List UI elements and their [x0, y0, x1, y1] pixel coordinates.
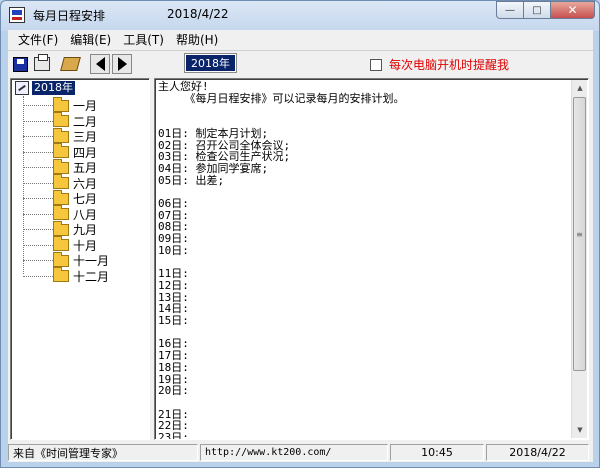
app-icon[interactable]	[9, 7, 25, 23]
tree-item-month[interactable]: 九月	[23, 220, 98, 237]
tree-item-label: 八月	[73, 207, 98, 222]
folder-icon	[53, 267, 69, 282]
book-button[interactable]	[59, 54, 81, 74]
arrow-left-icon	[90, 54, 110, 74]
tree-item-label: 十二月	[73, 269, 110, 284]
scroll-up-icon[interactable]: ▲	[572, 80, 588, 96]
tree-item-month[interactable]: 十一月	[23, 251, 110, 268]
save-icon	[12, 56, 28, 72]
folder-icon	[53, 174, 69, 189]
tree-item-label: 十一月	[73, 254, 110, 268]
title-bar[interactable]: 每月日程安排 2018/4/22 — □ ✕	[1, 1, 599, 29]
arrow-right-icon	[112, 54, 132, 74]
folder-icon	[53, 127, 69, 143]
minimize-button[interactable]: —	[496, 1, 523, 19]
folder-icon	[53, 251, 69, 267]
tree-item-label: 九月	[73, 223, 98, 237]
reminder-checkbox[interactable]	[370, 58, 382, 71]
menu-help[interactable]: 帮助(H)	[170, 31, 224, 48]
tree-branch-line	[23, 229, 53, 230]
folder-icon	[53, 158, 69, 174]
tree-item-label: 十月	[73, 238, 98, 253]
tree-item-month[interactable]: 八月	[23, 205, 98, 222]
tree-branch-line	[23, 213, 53, 215]
tree-item-label: 五月	[73, 161, 98, 175]
scroll-down-icon[interactable]: ▼	[572, 422, 588, 438]
tree-branch-line	[23, 244, 53, 246]
status-date: 2018/4/22	[486, 444, 589, 461]
book-icon	[59, 57, 81, 71]
calendar-icon	[15, 81, 29, 95]
menu-tools[interactable]: 工具(T)	[117, 31, 170, 48]
tree-branch-line	[23, 275, 53, 277]
reminder-label[interactable]: 每次电脑开机时提醒我	[389, 56, 509, 73]
maximize-button[interactable]: □	[523, 1, 550, 19]
scroll-thumb[interactable]: ≡	[573, 97, 586, 371]
tree-branch-line	[23, 105, 53, 106]
tree-item-month[interactable]: 十月	[23, 236, 98, 253]
menu-edit[interactable]: 编辑(E)	[64, 31, 117, 48]
reminder-option[interactable]: 每次电脑开机时提醒我	[370, 56, 509, 73]
schedule-editor[interactable]: 主人您好! 《每月日程安排》可以记录每月的安排计划。 01日: 制定本月计划; …	[154, 78, 589, 440]
tree-branch-line	[23, 151, 53, 153]
tree-branch-line	[23, 260, 53, 261]
client-area: 文件(F) 编辑(E) 工具(T) 帮助(H) 2018年 每次电脑开机时提醒我…	[8, 30, 593, 462]
folder-icon	[53, 143, 69, 158]
title-date: 2018/4/22	[167, 7, 229, 21]
tree-item-month[interactable]: 二月	[23, 112, 98, 129]
menu-bar: 文件(F) 编辑(E) 工具(T) 帮助(H)	[8, 30, 593, 48]
tree-item-month[interactable]: 五月	[23, 158, 98, 175]
tree-root-label: 2018年	[32, 81, 75, 95]
print-button[interactable]	[32, 54, 52, 74]
tree-item-label: 一月	[73, 99, 98, 113]
window-controls: — □ ✕	[496, 1, 595, 19]
close-button[interactable]: ✕	[550, 1, 595, 19]
toolbar: 2018年 每次电脑开机时提醒我	[8, 50, 593, 76]
year-field[interactable]: 2018年	[184, 53, 237, 73]
month-tree: 2018年 一月 二月 三月 四月 五月 六月 七月 八月 九月 十月 十一月 十二月	[10, 78, 150, 440]
tree-item-month[interactable]: 三月	[23, 127, 98, 144]
tree-root[interactable]: 2018年	[15, 81, 75, 95]
folder-icon	[53, 112, 69, 127]
tree-item-month[interactable]: 十二月	[23, 267, 110, 284]
tree-item-label: 二月	[73, 114, 98, 129]
folder-icon	[53, 189, 69, 205]
window-title: 每月日程安排	[33, 9, 106, 23]
app-window: 每月日程安排 2018/4/22 — □ ✕ 文件(F) 编辑(E) 工具(T)…	[0, 0, 600, 468]
tree-branch-line	[23, 136, 53, 137]
tree-item-label: 六月	[73, 176, 98, 191]
vertical-scrollbar[interactable]: ▲ ≡ ▼	[571, 80, 587, 438]
menu-file[interactable]: 文件(F)	[12, 31, 64, 48]
tree-branch-line	[23, 120, 53, 122]
tree-item-month[interactable]: 一月	[23, 96, 98, 113]
tree-branch-line	[23, 198, 53, 199]
print-icon	[34, 54, 50, 71]
folder-icon	[53, 96, 69, 112]
folder-icon	[53, 205, 69, 220]
tree-item-label: 三月	[73, 130, 98, 144]
tree-branch-line	[23, 167, 53, 168]
next-button[interactable]	[112, 54, 132, 74]
folder-icon	[53, 220, 69, 236]
tree-item-label: 七月	[73, 192, 98, 206]
tree-branch-line	[23, 182, 53, 184]
tree-item-label: 四月	[73, 145, 98, 160]
prev-button[interactable]	[90, 54, 110, 74]
schedule-text[interactable]: 主人您好! 《每月日程安排》可以记录每月的安排计划。 01日: 制定本月计划; …	[158, 81, 568, 439]
status-url: http://www.kt200.com/	[200, 444, 388, 461]
status-bar: 来自《时间管理专家》 http://www.kt200.com/ 10:45 2…	[8, 444, 593, 462]
tree-item-month[interactable]: 四月	[23, 143, 98, 160]
status-source: 来自《时间管理专家》	[8, 444, 198, 461]
folder-icon	[53, 236, 69, 251]
save-button[interactable]	[10, 54, 30, 74]
tree-item-month[interactable]: 七月	[23, 189, 98, 206]
tree-item-month[interactable]: 六月	[23, 174, 98, 191]
status-time: 10:45	[390, 444, 484, 461]
